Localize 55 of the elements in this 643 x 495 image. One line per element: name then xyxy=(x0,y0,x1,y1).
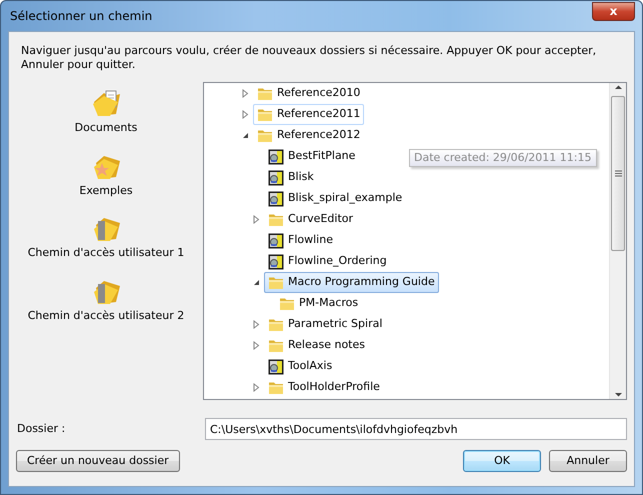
place-shortcut[interactable]: Documents xyxy=(74,88,138,136)
folder-icon xyxy=(279,296,295,312)
expand-icon[interactable] xyxy=(242,89,249,98)
dialog-button[interactable]: Créer un nouveau dossier xyxy=(16,450,180,472)
expand-icon[interactable] xyxy=(242,110,249,119)
folder-icon xyxy=(257,86,273,102)
expand-icon[interactable] xyxy=(253,383,260,392)
folder-label: Dossier : xyxy=(16,420,66,437)
folder-icon xyxy=(257,106,273,122)
place-shortcut[interactable]: Chemin d'accès utilisateur 2 xyxy=(28,276,184,324)
collapse-icon[interactable] xyxy=(253,279,260,286)
macro-icon xyxy=(268,358,284,374)
folder-icon xyxy=(268,212,284,228)
macro-icon xyxy=(268,254,284,270)
expand-icon[interactable] xyxy=(253,320,260,329)
tree-item[interactable]: Flowline xyxy=(264,230,337,251)
scroll-thumb[interactable] xyxy=(611,96,625,251)
scroll-down-icon[interactable] xyxy=(614,390,622,399)
tooltip: Date created: 29/06/2011 11:15 xyxy=(409,149,596,167)
instructions-text: Naviguer jusqu'au parcours voulu, créer de nouveaux dossiers si nécessaire. Appuyer OK pour accepter, Annuler pour quitter. xyxy=(21,44,598,72)
tree-item[interactable]: Reference2011 xyxy=(253,104,364,125)
tree-item[interactable]: CurveEditor xyxy=(264,209,358,230)
tree-item[interactable]: Macro Programming Guide xyxy=(264,272,439,293)
tree-item[interactable]: Reference2012 xyxy=(253,125,364,146)
close-button[interactable]: x xyxy=(592,2,635,20)
folder-icon xyxy=(268,274,284,290)
tree-item[interactable]: ToolHolderProfile xyxy=(264,377,384,398)
expand-icon[interactable] xyxy=(253,341,260,350)
macro-icon xyxy=(268,232,284,248)
tree-item[interactable]: BestFitPlane xyxy=(264,146,360,167)
tree-item[interactable]: Blisk xyxy=(264,167,318,188)
folder-icon xyxy=(268,380,284,396)
folder-icon xyxy=(257,128,273,144)
dialog-button[interactable]: Annuler xyxy=(549,450,627,472)
scrollbar[interactable] xyxy=(609,83,626,399)
tree-item[interactable]: Flowline_Ordering xyxy=(264,251,391,272)
place-shortcut[interactable]: Chemin d'accès utilisateur 1 xyxy=(28,213,184,262)
tree-item[interactable]: Release notes xyxy=(264,335,369,356)
tree-item[interactable]: ToolAxis xyxy=(264,356,336,377)
scroll-up-icon[interactable] xyxy=(614,83,622,92)
folder-path-field[interactable]: C:\Users\xvths\Documents\ilofdvhgiofeqzbvh xyxy=(205,418,627,440)
macro-icon xyxy=(268,148,284,164)
tree-item[interactable]: Parametric Spiral xyxy=(264,314,386,335)
expand-icon[interactable] xyxy=(253,215,260,224)
tree-item[interactable]: Reference2010 xyxy=(253,83,364,104)
tree-item[interactable]: Blisk_spiral_example xyxy=(264,188,406,209)
tree-item[interactable]: PM-Macros xyxy=(275,293,362,314)
window-title: Sélectionner un chemin xyxy=(9,8,152,25)
macro-icon xyxy=(268,190,284,206)
folder-icon xyxy=(268,316,284,332)
folder-icon xyxy=(268,338,284,354)
place-shortcut[interactable]: Exemples xyxy=(79,150,133,199)
macro-icon xyxy=(268,170,284,186)
dialog-button[interactable]: OK xyxy=(463,450,541,472)
collapse-icon[interactable] xyxy=(242,132,249,139)
